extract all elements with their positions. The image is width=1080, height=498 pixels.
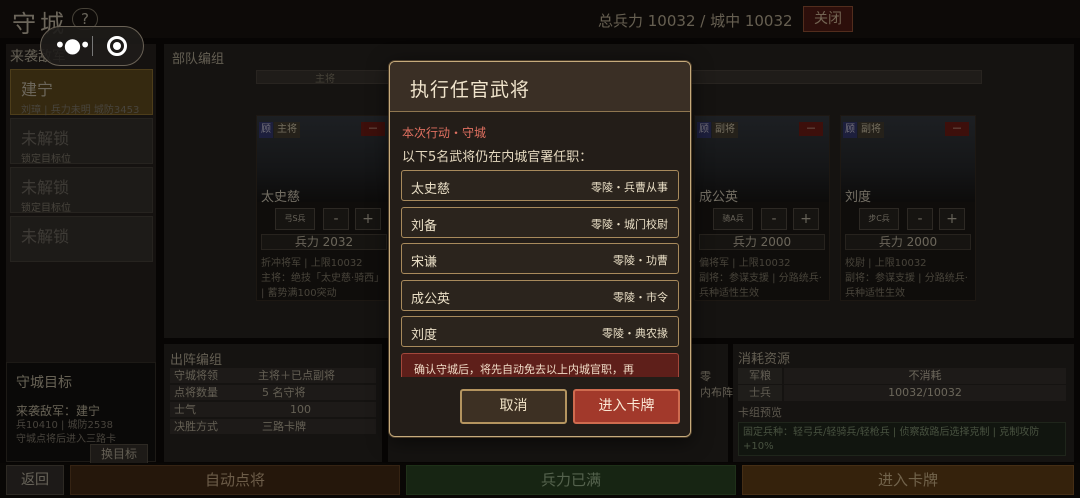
general-name: 刘备 bbox=[411, 219, 438, 234]
general-office-row: 太史慈 零陵・兵曹从事 bbox=[401, 170, 679, 201]
general-post: 零陵・典农掾 bbox=[602, 327, 668, 340]
general-office-row: 刘备 零陵・城门校尉 bbox=[401, 207, 679, 238]
dialog-action-tag: 本次行动・守城 bbox=[402, 126, 487, 140]
dialog-warning: 确认守城后，将先自动免去以上内城官职，再 bbox=[401, 353, 679, 377]
general-post: 零陵・兵曹从事 bbox=[591, 181, 668, 194]
cancel-button[interactable]: 取消 bbox=[460, 389, 567, 424]
general-name: 刘度 bbox=[411, 328, 438, 343]
general-name: 成公英 bbox=[411, 292, 451, 307]
general-name: 宋谦 bbox=[411, 255, 438, 270]
general-post: 零陵・城门校尉 bbox=[591, 218, 668, 231]
dialog-title: 执行任官武将 bbox=[410, 79, 531, 101]
more-dots-icon[interactable]: •●• bbox=[54, 35, 91, 55]
record-icon[interactable] bbox=[107, 36, 127, 56]
general-office-row: 宋谦 零陵・功曹 bbox=[401, 243, 679, 274]
general-office-row: 刘度 零陵・典农掾 bbox=[401, 316, 679, 347]
confirm-enter-cards-button[interactable]: 进入卡牌 bbox=[573, 389, 680, 424]
capsule-divider bbox=[92, 36, 93, 56]
general-post: 零陵・市令 bbox=[613, 291, 668, 304]
dialog-description: 以下5名武将仍在内城官署任职： bbox=[402, 150, 593, 165]
general-office-row: 成公英 零陵・市令 bbox=[401, 280, 679, 311]
general-name: 太史慈 bbox=[411, 182, 451, 197]
general-post: 零陵・功曹 bbox=[613, 254, 668, 267]
dialog-warning-text: 确认守城后，将先自动免去以上内城官职，再 bbox=[414, 363, 634, 376]
